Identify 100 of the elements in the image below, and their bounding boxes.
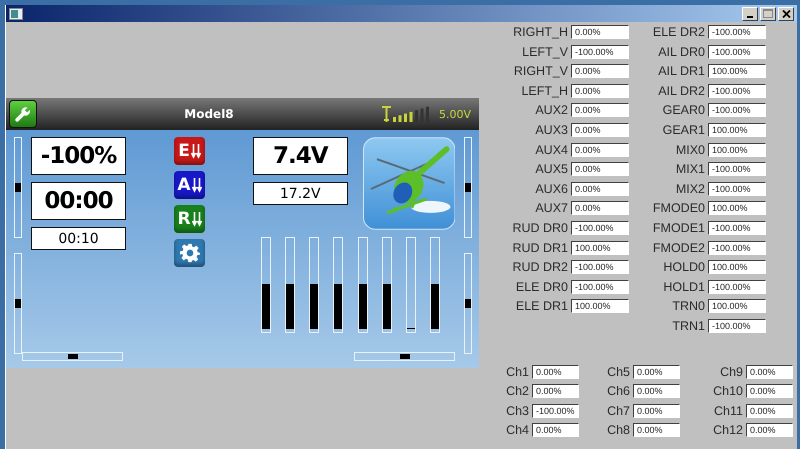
value-field: -100.00% xyxy=(708,220,766,235)
channel-label: Ch12 xyxy=(712,423,743,437)
channel-value-field: 0.00% xyxy=(633,384,680,398)
minimize-icon xyxy=(747,16,753,18)
channel-label: Ch6 xyxy=(606,384,630,398)
channel-label: Ch1 xyxy=(505,364,529,378)
input-label: AIL DR0 xyxy=(657,44,705,59)
value-field: 0.00% xyxy=(571,84,629,98)
value-field: 100.00% xyxy=(571,299,629,314)
input-label: FMODE0 xyxy=(652,201,705,216)
settings-icon[interactable] xyxy=(174,239,205,267)
channel-label: Ch2 xyxy=(505,384,529,398)
value-field: 0.00% xyxy=(571,103,629,118)
value-field: 100.00% xyxy=(708,299,766,314)
value-field: 100.00% xyxy=(708,201,766,216)
input-label: RIGHT_H xyxy=(512,25,568,39)
maximize-button[interactable] xyxy=(760,6,776,20)
wrench-icon xyxy=(14,105,32,123)
minimize-button[interactable] xyxy=(742,6,758,20)
value-field: 0.00% xyxy=(571,182,629,196)
input-label: FMODE2 xyxy=(652,240,705,255)
value-field: -100.00% xyxy=(571,260,629,274)
value-field: -100.00% xyxy=(708,84,766,98)
value-field: 100.00% xyxy=(708,122,766,137)
input-label: ELE DR2 xyxy=(652,25,705,39)
switch-tile: A xyxy=(174,171,205,199)
channel-value-field: -100.00% xyxy=(532,404,579,418)
input-label: LEFT_H xyxy=(520,84,568,98)
value-field: -100.00% xyxy=(571,44,629,59)
value-field: -100.00% xyxy=(708,103,766,118)
model-name: Model8 xyxy=(183,107,235,121)
readout-display: 17.2V xyxy=(253,182,348,205)
readout-display: -100% xyxy=(31,137,126,175)
channel-value-field: 0.00% xyxy=(532,423,579,437)
value-field: 0.00% xyxy=(571,64,629,78)
channel-label: Ch5 xyxy=(606,364,630,378)
input-label: MIX0 xyxy=(674,142,705,157)
channel-value-field: 0.00% xyxy=(746,404,793,418)
input-label: ELE DR1 xyxy=(514,299,568,314)
value-field: 0.00% xyxy=(571,142,629,157)
channel-label: Ch4 xyxy=(505,423,529,437)
value-field: 0.00% xyxy=(571,162,629,176)
down-arrows-icon xyxy=(190,143,201,159)
input-label: LEFT_V xyxy=(521,44,568,59)
readout-display: 00:00 xyxy=(31,182,126,220)
channel-value-field: 0.00% xyxy=(532,384,579,398)
channel-label: Ch8 xyxy=(606,423,630,437)
app-icon xyxy=(9,8,23,20)
input-label: ELE DR0 xyxy=(514,280,568,294)
input-label: TRN0 xyxy=(671,299,705,314)
input-label: MIX1 xyxy=(674,162,705,176)
channel-value-field: 0.00% xyxy=(746,423,793,437)
helicopter-icon xyxy=(362,137,455,230)
input-label: RUD DR1 xyxy=(511,240,568,255)
value-field: 0.00% xyxy=(571,201,629,216)
input-label: HOLD0 xyxy=(662,260,705,274)
switch-tile: E xyxy=(174,137,205,165)
down-arrows-icon xyxy=(192,211,202,227)
wrench-button[interactable] xyxy=(9,100,37,128)
value-field: -100.00% xyxy=(708,182,766,196)
input-label: AUX2 xyxy=(534,103,568,118)
value-field: -100.00% xyxy=(571,220,629,235)
input-label: TRN1 xyxy=(671,318,705,333)
channel-value-field: 0.00% xyxy=(633,364,680,378)
input-label: AUX7 xyxy=(534,201,568,216)
value-field: -100.00% xyxy=(708,162,766,176)
input-label: AUX6 xyxy=(534,182,568,196)
channel-label: Ch9 xyxy=(719,364,743,378)
input-label: RUD DR0 xyxy=(511,220,568,235)
input-label: AIL DR2 xyxy=(657,84,705,98)
close-icon xyxy=(782,10,790,18)
close-button[interactable] xyxy=(778,6,794,20)
input-label: AUX5 xyxy=(534,162,568,176)
value-field: -100.00% xyxy=(708,44,766,59)
transmitter-voltage: 5.00V xyxy=(438,108,471,120)
value-field: -100.00% xyxy=(708,240,766,255)
input-label: HOLD1 xyxy=(662,280,705,294)
input-label: GEAR0 xyxy=(662,103,705,118)
value-field: 0.00% xyxy=(571,122,629,137)
settings-gear-icon xyxy=(180,243,200,263)
channel-value-field: 0.00% xyxy=(633,423,680,437)
channel-label: Ch10 xyxy=(712,384,743,398)
channel-label: Ch11 xyxy=(713,404,743,418)
input-label: AUX3 xyxy=(534,122,568,137)
down-arrows-icon xyxy=(192,177,202,193)
value-field: 0.00% xyxy=(571,25,629,39)
input-label: GEAR1 xyxy=(662,122,705,137)
channel-value-field: 0.00% xyxy=(746,384,793,398)
value-field: -100.00% xyxy=(708,25,766,39)
value-field: -100.00% xyxy=(708,280,766,294)
channel-value-field: 0.00% xyxy=(633,404,680,418)
readout-display: 7.4V xyxy=(253,137,348,175)
value-field: 100.00% xyxy=(708,142,766,157)
channel-value-field: 0.00% xyxy=(532,364,579,378)
input-label: RUD DR2 xyxy=(511,260,568,274)
input-label: MIX2 xyxy=(674,182,705,196)
input-label: AUX4 xyxy=(534,142,568,157)
value-field: 100.00% xyxy=(708,64,766,78)
input-label: AIL DR1 xyxy=(657,64,705,78)
input-label: RIGHT_V xyxy=(512,64,568,78)
